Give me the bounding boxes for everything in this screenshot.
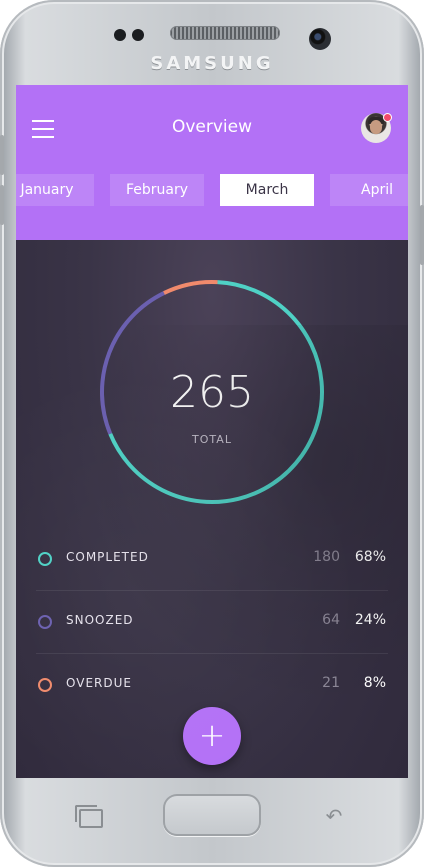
earpiece-speaker [170, 26, 280, 40]
plus-icon: + [198, 716, 226, 754]
divider [36, 653, 388, 654]
front-camera-icon [309, 28, 331, 50]
status-circle-icon [38, 552, 52, 566]
stat-count: 21 [322, 675, 340, 691]
volume-button-2 [0, 185, 4, 225]
app-screen: Overview January February March April 26… [16, 85, 408, 778]
stat-label: COMPLETED [66, 550, 149, 564]
add-button[interactable]: + [183, 707, 241, 765]
stat-count: 180 [313, 549, 340, 565]
phone-frame: SAMSUNG Overview January February March … [0, 0, 424, 867]
status-circle-icon [38, 678, 52, 692]
stat-percent: 24% [354, 612, 386, 628]
device-brand: SAMSUNG [150, 53, 274, 74]
stat-percent: 8% [363, 675, 386, 691]
ring-segment-overdue [163, 280, 218, 295]
status-circle-icon [38, 615, 52, 629]
home-button[interactable] [163, 794, 261, 836]
stat-count: 64 [322, 612, 340, 628]
stat-label: SNOOZED [66, 613, 134, 627]
stat-percent: 68% [354, 549, 386, 565]
back-icon[interactable]: ↶ [320, 804, 348, 828]
sensor-dot-2 [132, 29, 144, 41]
recent-apps-icon[interactable] [75, 805, 103, 828]
power-button [420, 205, 424, 265]
sensor-dot [114, 29, 126, 41]
total-label: TOTAL [192, 433, 232, 446]
divider [36, 590, 388, 591]
volume-button [0, 135, 4, 175]
stat-label: OVERDUE [66, 676, 132, 690]
total-count: 265 [170, 367, 254, 418]
